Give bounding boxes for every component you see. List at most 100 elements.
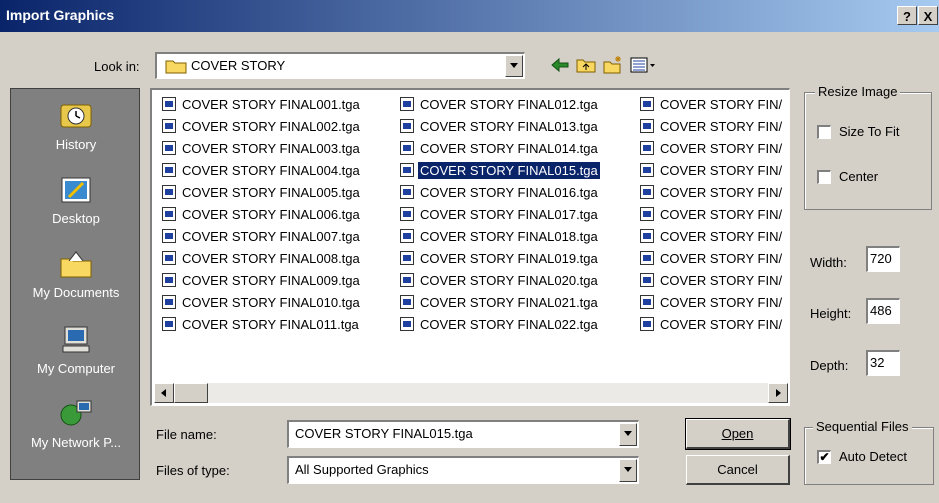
folder-icon: [165, 60, 187, 74]
file-item[interactable]: COVER STORY FINAL009.tga: [162, 270, 362, 292]
arrow-right-icon: [776, 389, 781, 397]
scroll-thumb[interactable]: [174, 383, 208, 403]
file-type-combo[interactable]: All Supported Graphics: [287, 456, 639, 484]
file-item[interactable]: COVER STORY FINAL006.tga: [162, 204, 362, 226]
file-item[interactable]: COVER STORY FINAL022.tga: [400, 314, 600, 336]
places-desktop[interactable]: Desktop: [11, 175, 141, 226]
tga-file-icon: [400, 119, 414, 133]
open-button[interactable]: Open: [685, 418, 791, 450]
tga-file-icon: [400, 97, 414, 111]
size-to-fit-label[interactable]: Size To Fit: [839, 124, 899, 139]
look-in-label: Look in:: [94, 59, 140, 74]
back-icon[interactable]: [550, 55, 570, 75]
file-item[interactable]: COVER STORY FIN/: [640, 204, 784, 226]
tga-file-icon: [400, 317, 414, 331]
new-folder-icon[interactable]: [603, 55, 623, 75]
file-item[interactable]: COVER STORY FIN/: [640, 138, 784, 160]
width-field[interactable]: 720: [866, 246, 900, 272]
size-to-fit-checkbox[interactable]: [817, 125, 831, 139]
file-item[interactable]: COVER STORY FINAL014.tga: [400, 138, 600, 160]
my-documents-icon: [60, 251, 92, 278]
view-menu-icon[interactable]: [630, 55, 656, 75]
file-item[interactable]: COVER STORY FINAL010.tga: [162, 292, 362, 314]
file-type-dropdown-button[interactable]: [619, 459, 637, 482]
tga-file-icon: [162, 229, 176, 243]
auto-detect-checkbox[interactable]: ✔: [817, 450, 831, 464]
file-item-name: COVER STORY FIN/: [660, 251, 783, 266]
file-item[interactable]: COVER STORY FINAL002.tga: [162, 116, 362, 138]
tga-file-icon: [162, 185, 176, 199]
height-field[interactable]: 486: [866, 298, 900, 324]
file-item-name: COVER STORY FINAL016.tga: [420, 185, 598, 200]
sequential-files-group: Sequential Files ✔ Auto Detect: [804, 419, 934, 485]
places-my-network[interactable]: My Network P...: [11, 399, 141, 450]
tga-file-icon: [640, 163, 654, 177]
window-title: Import Graphics: [6, 7, 115, 23]
file-item[interactable]: COVER STORY FIN/: [640, 248, 784, 270]
file-item-name: COVER STORY FIN/: [660, 317, 783, 332]
up-folder-icon[interactable]: [576, 55, 596, 75]
file-item[interactable]: COVER STORY FINAL016.tga: [400, 182, 600, 204]
file-item[interactable]: COVER STORY FIN/: [640, 226, 784, 248]
file-item[interactable]: COVER STORY FIN/: [640, 292, 784, 314]
tga-file-icon: [400, 273, 414, 287]
file-item[interactable]: COVER STORY FIN/: [640, 94, 784, 116]
look-in-dropdown-button[interactable]: [505, 55, 523, 77]
file-item[interactable]: COVER STORY FINAL011.tga: [162, 314, 362, 336]
arrow-left-icon: [161, 389, 166, 397]
depth-label: Depth:: [810, 358, 849, 373]
file-item-name: COVER STORY FIN/: [660, 273, 783, 288]
auto-detect-label[interactable]: Auto Detect: [839, 449, 907, 464]
center-checkbox[interactable]: [817, 170, 831, 184]
look-in-combo[interactable]: COVER STORY: [155, 52, 525, 79]
file-item[interactable]: COVER STORY FINAL015.tga: [400, 160, 600, 182]
file-item[interactable]: COVER STORY FINAL008.tga: [162, 248, 362, 270]
file-item[interactable]: COVER STORY FIN/: [640, 116, 784, 138]
places-my-documents[interactable]: My Documents: [11, 249, 141, 300]
scroll-right-button[interactable]: [768, 383, 788, 403]
places-bar: History Desktop My Documents My Computer…: [10, 88, 140, 480]
file-name-combo[interactable]: COVER STORY FINAL015.tga: [287, 420, 639, 448]
cancel-button[interactable]: Cancel: [686, 455, 790, 485]
horizontal-scrollbar[interactable]: [154, 383, 788, 403]
file-list[interactable]: COVER STORY FINAL001.tga COVER STORY FINA…: [150, 88, 790, 406]
file-item[interactable]: COVER STORY FINAL007.tga: [162, 226, 362, 248]
scroll-left-button[interactable]: [154, 383, 174, 403]
file-item[interactable]: COVER STORY FINAL005.tga: [162, 182, 362, 204]
file-item[interactable]: COVER STORY FINAL019.tga: [400, 248, 600, 270]
file-item[interactable]: COVER STORY FINAL012.tga: [400, 94, 600, 116]
file-item-name: COVER STORY FIN/: [660, 163, 783, 178]
file-item[interactable]: COVER STORY FINAL013.tga: [400, 116, 600, 138]
file-item[interactable]: COVER STORY FINAL018.tga: [400, 226, 600, 248]
tga-file-icon: [640, 317, 654, 331]
file-item[interactable]: COVER STORY FINAL020.tga: [400, 270, 600, 292]
close-button[interactable]: X: [918, 6, 938, 25]
file-item[interactable]: COVER STORY FIN/: [640, 182, 784, 204]
file-item-name: COVER STORY FINAL003.tga: [182, 141, 360, 156]
file-item[interactable]: COVER STORY FINAL021.tga: [400, 292, 600, 314]
file-item-name: COVER STORY FINAL001.tga: [182, 97, 360, 112]
depth-field[interactable]: 32: [866, 350, 900, 376]
file-item[interactable]: COVER STORY FIN/: [640, 270, 784, 292]
center-label[interactable]: Center: [839, 169, 878, 184]
file-item[interactable]: COVER STORY FIN/: [640, 160, 784, 182]
places-my-documents-label: My Documents: [32, 285, 120, 300]
tga-file-icon: [640, 207, 654, 221]
tga-file-icon: [640, 273, 654, 287]
file-item[interactable]: COVER STORY FINAL004.tga: [162, 160, 362, 182]
file-item-name: COVER STORY FIN/: [660, 229, 783, 244]
tga-file-icon: [640, 119, 654, 133]
file-item[interactable]: COVER STORY FINAL001.tga: [162, 94, 362, 116]
file-item-name: COVER STORY FINAL006.tga: [182, 207, 360, 222]
file-item[interactable]: COVER STORY FINAL003.tga: [162, 138, 362, 160]
title-bar[interactable]: Import Graphics ? X: [0, 0, 939, 32]
places-my-computer[interactable]: My Computer: [11, 325, 141, 376]
file-name-dropdown-button[interactable]: [619, 423, 637, 446]
tga-file-icon: [640, 251, 654, 265]
file-item[interactable]: COVER STORY FINAL017.tga: [400, 204, 600, 226]
file-item-name: COVER STORY FIN/: [660, 207, 783, 222]
file-item-name: COVER STORY FINAL007.tga: [182, 229, 360, 244]
help-button[interactable]: ?: [897, 6, 917, 25]
file-item[interactable]: COVER STORY FIN/: [640, 314, 784, 336]
places-history[interactable]: History: [11, 101, 141, 152]
